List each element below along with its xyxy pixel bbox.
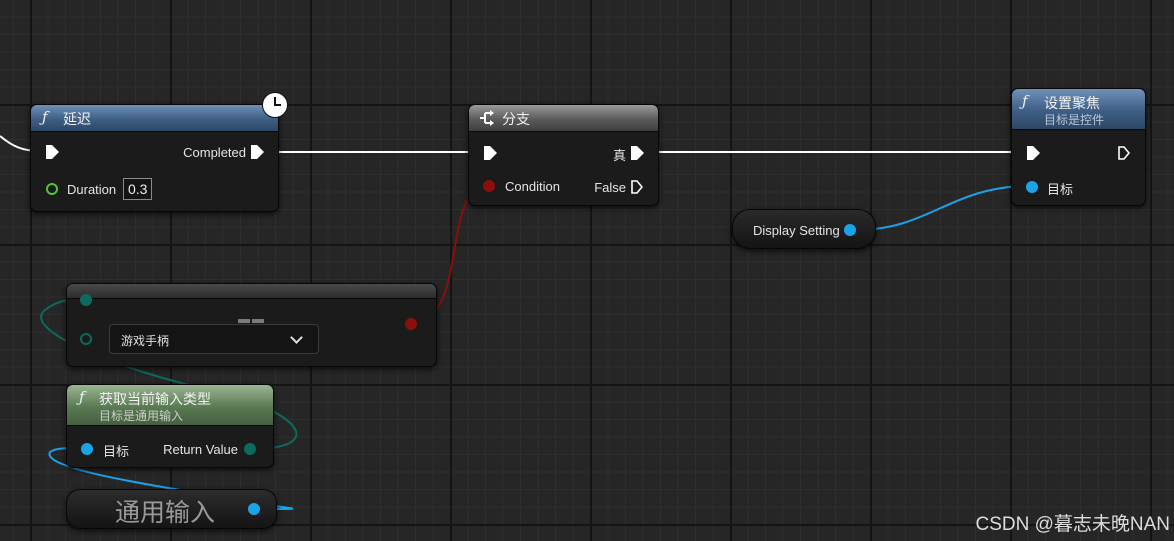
function-icon: ƒ xyxy=(1022,92,1028,110)
duration-input[interactable]: 0.3 xyxy=(123,178,153,200)
duration-pin[interactable] xyxy=(46,183,58,195)
true-pin-label: 真 xyxy=(612,148,626,163)
false-pin-label: False xyxy=(594,180,626,195)
get-current-input-type-node[interactable]: ƒ 获取当前输入类型 目标是通用输入 目标 Return Value xyxy=(66,384,274,468)
equal-enum-node-header[interactable] xyxy=(67,284,436,299)
chevron-down-icon xyxy=(290,331,303,344)
set-focus-exec-out-pin[interactable] xyxy=(1118,146,1130,160)
return-value-pin[interactable] xyxy=(244,443,256,455)
delay-node[interactable]: ƒ 延迟 Completed Duration 0.3 xyxy=(30,104,279,212)
condition-pin[interactable] xyxy=(483,180,495,192)
branch-node-header[interactable]: 分支 xyxy=(469,105,658,132)
false-exec-pin[interactable] xyxy=(631,180,643,194)
display-setting-node[interactable]: Display Setting xyxy=(732,209,876,249)
equal-enum-node[interactable]: 游戏手柄 xyxy=(66,283,437,367)
equal-input-a-pin[interactable] xyxy=(80,294,92,306)
get-current-input-type-subtitle: 目标是通用输入 xyxy=(99,409,184,423)
return-value-label: Return Value xyxy=(163,442,238,457)
object-wire-display-setting xyxy=(855,185,1031,231)
branch-exec-in-pin[interactable] xyxy=(484,146,497,160)
set-focus-target-label: 目标 xyxy=(1047,182,1074,197)
true-exec-pin[interactable] xyxy=(631,146,644,160)
watermark: CSDN @暮志未晚NAN xyxy=(975,514,1170,535)
branch-node-title: 分支 xyxy=(502,111,530,127)
set-focus-node-header[interactable]: ƒ 设置聚焦 目标是控件 xyxy=(1012,89,1145,130)
condition-pin-label: Condition xyxy=(505,179,560,194)
set-focus-target-pin[interactable] xyxy=(1026,181,1038,193)
get-current-input-type-header[interactable]: ƒ 获取当前输入类型 目标是通用输入 xyxy=(67,385,273,426)
get-input-target-pin[interactable] xyxy=(81,443,93,455)
completed-pin-label: Completed xyxy=(183,145,246,160)
branch-node[interactable]: 分支 真 Condition False xyxy=(468,104,659,206)
duration-pin-label: Duration xyxy=(67,182,117,197)
function-icon: ƒ xyxy=(79,388,85,406)
display-setting-label: Display Setting xyxy=(753,223,840,238)
exec-in-pin[interactable] xyxy=(46,145,59,159)
equal-symbol xyxy=(238,319,264,323)
equal-input-b-pin[interactable] xyxy=(80,333,92,345)
common-input-label: 通用输入 xyxy=(115,499,216,527)
delay-node-title: 延迟 xyxy=(63,111,91,127)
clock-icon xyxy=(262,92,288,118)
equal-output-pin[interactable] xyxy=(405,318,417,330)
common-input-node[interactable]: 通用输入 xyxy=(66,489,277,529)
branch-icon xyxy=(480,110,494,126)
input-type-select[interactable]: 游戏手柄 xyxy=(109,324,319,354)
get-current-input-type-title: 获取当前输入类型 xyxy=(99,391,211,407)
delay-node-header[interactable]: ƒ 延迟 xyxy=(31,105,278,132)
common-input-output-pin[interactable] xyxy=(248,503,260,515)
completed-exec-pin[interactable] xyxy=(251,145,264,159)
get-input-target-label: 目标 xyxy=(103,444,130,459)
set-focus-node-subtitle: 目标是控件 xyxy=(1044,113,1105,127)
input-type-select-value: 游戏手柄 xyxy=(121,334,170,348)
display-setting-output-pin[interactable] xyxy=(844,224,856,236)
set-focus-node-title: 设置聚焦 xyxy=(1044,95,1100,111)
set-focus-exec-in-pin[interactable] xyxy=(1027,146,1040,160)
function-icon: ƒ xyxy=(42,108,48,126)
set-focus-node[interactable]: ƒ 设置聚焦 目标是控件 目标 xyxy=(1011,88,1146,206)
